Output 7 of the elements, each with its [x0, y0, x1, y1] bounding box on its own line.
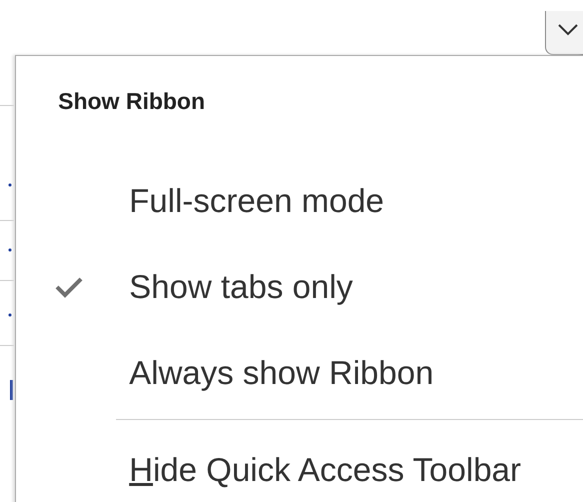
ribbon-options-button[interactable]: [545, 11, 583, 55]
chevron-down-icon: [557, 22, 579, 36]
menu-item[interactable]: Show tabs only: [16, 244, 583, 330]
menu-item[interactable]: Always show Ribbon: [16, 330, 583, 420]
menu-item[interactable]: Full-screen mode: [16, 158, 583, 244]
menu-item[interactable]: Hide Quick Access Toolbar: [16, 427, 583, 502]
menu-title: Show Ribbon: [57, 87, 206, 116]
